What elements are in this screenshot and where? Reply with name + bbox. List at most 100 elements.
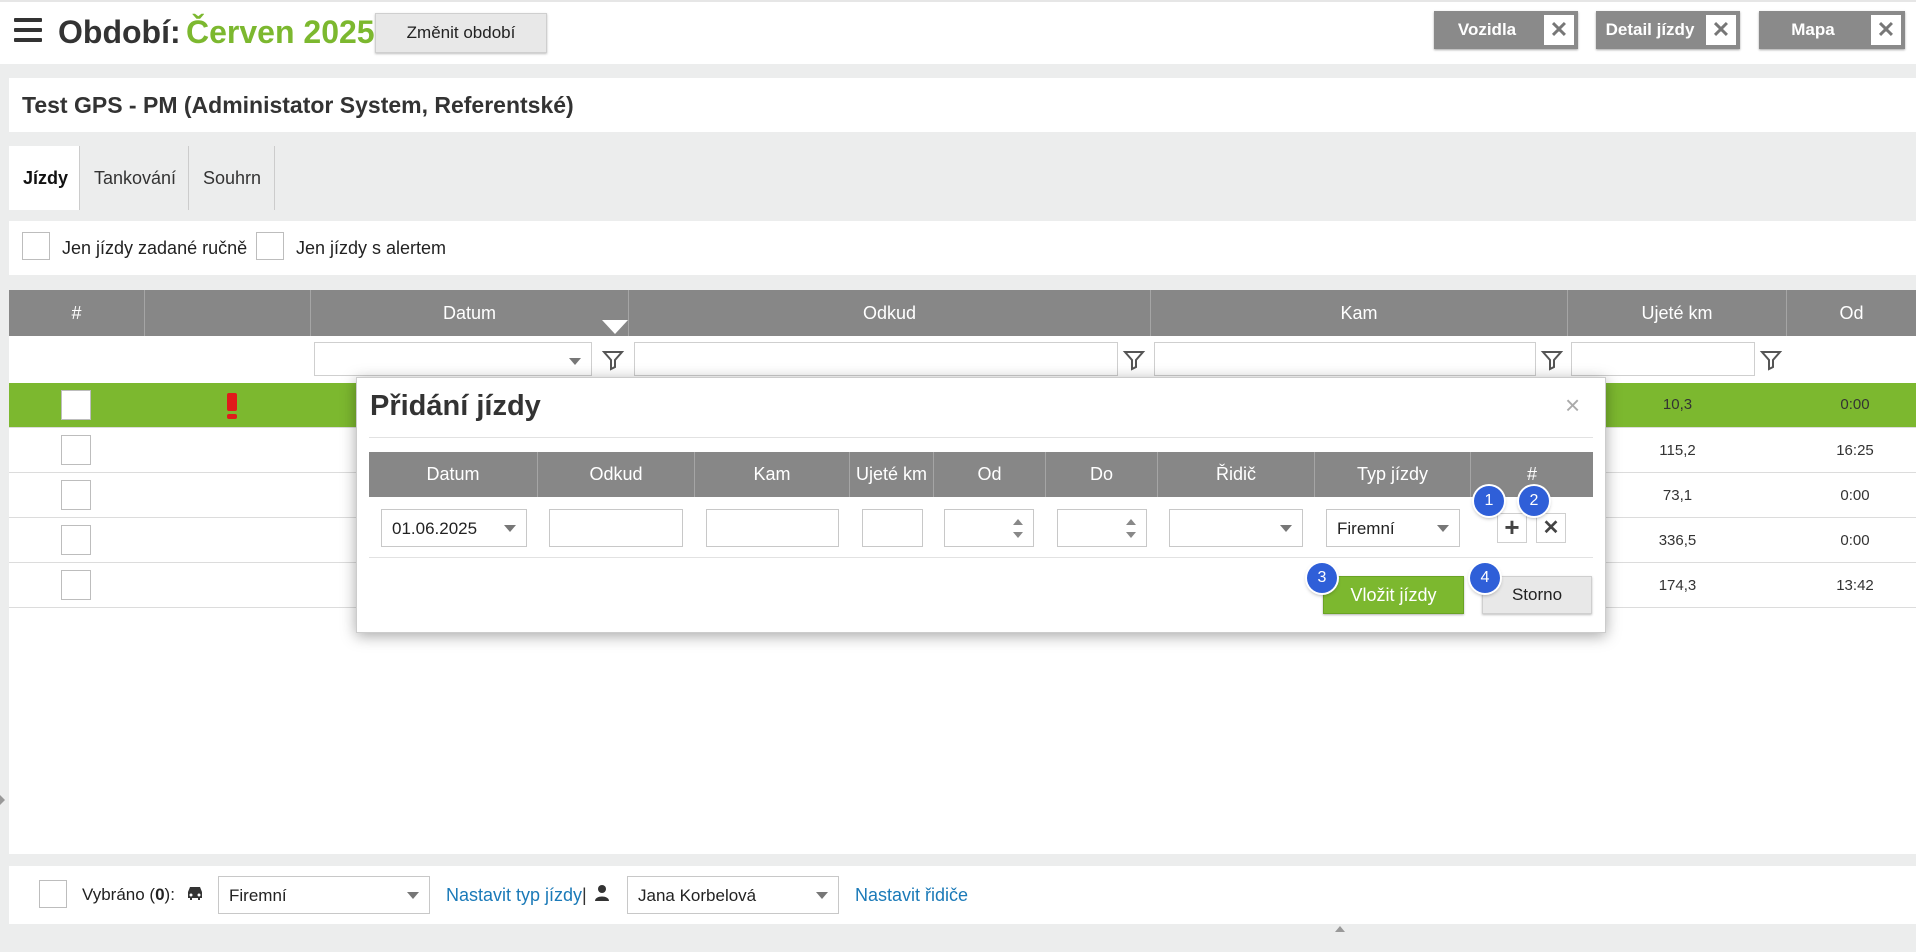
row-km: 73,1: [1662, 487, 1693, 504]
row-checkbox[interactable]: [61, 480, 91, 510]
page-title: Test GPS - PM (Administator System, Refe…: [22, 92, 574, 118]
change-period-button[interactable]: Změnit období: [375, 13, 547, 53]
filter-funnel-icon[interactable]: [1540, 348, 1564, 372]
step-badge-3: 3: [1307, 563, 1337, 593]
tabs-bar: [9, 146, 1916, 210]
remove-row-icon[interactable]: ✕: [1536, 513, 1566, 543]
selected-prefix: Vybráno (: [82, 885, 156, 904]
row-checkbox[interactable]: [61, 435, 91, 465]
spin-down-icon: [1013, 532, 1023, 538]
tab-summary[interactable]: Souhrn: [189, 146, 275, 210]
column-header-label: Datum: [442, 303, 496, 323]
row-time-from: 0:00: [1840, 487, 1870, 504]
column-header-km[interactable]: Ujeté km: [1568, 290, 1787, 336]
dialog-column-time-from: Od: [934, 452, 1046, 497]
panel-tab-label: Mapa: [1791, 20, 1835, 39]
date-dropdown[interactable]: 01.06.2025: [381, 509, 527, 547]
row-km: 174,3: [1658, 577, 1697, 594]
spin-up-icon: [1126, 519, 1136, 525]
panel-tab-vehicles[interactable]: Vozidla ✕: [1434, 11, 1578, 49]
panel-tab-map[interactable]: Mapa ✕: [1759, 11, 1905, 49]
insert-trips-button[interactable]: Vložit jízdy: [1323, 576, 1464, 614]
hamburger-menu-icon[interactable]: [14, 18, 42, 44]
set-trip-type-link[interactable]: Nastavit typ jízdy: [446, 885, 582, 906]
to-filter-input[interactable]: [1154, 342, 1536, 376]
row-checkbox[interactable]: [61, 390, 91, 420]
row-km: 336,5: [1658, 532, 1697, 549]
bulk-driver-dropdown[interactable]: Jana Korbelová: [627, 876, 839, 914]
column-header-flags[interactable]: [145, 290, 311, 336]
alert-only-checkbox[interactable]: [256, 232, 284, 260]
row-checkbox[interactable]: [61, 570, 91, 600]
filter-funnel-icon[interactable]: [601, 348, 625, 372]
dialog-title: Přidání jízdy: [370, 390, 541, 422]
trip-type-value: Firemní: [1337, 519, 1395, 538]
row-time-from: 0:00: [1840, 532, 1870, 549]
column-header-to[interactable]: Kam: [1151, 290, 1568, 336]
step-badge-2: 2: [1519, 486, 1549, 516]
close-icon[interactable]: ✕: [1871, 15, 1901, 45]
date-value: 01.06.2025: [392, 519, 478, 538]
from-input[interactable]: [549, 509, 683, 547]
tab-trips[interactable]: Jízdy: [9, 146, 80, 210]
dialog-column-date: Datum: [369, 452, 538, 497]
column-header-from[interactable]: Odkud: [629, 290, 1151, 336]
user-icon: [595, 885, 609, 901]
panel-tab-label: Vozidla: [1457, 20, 1517, 39]
selected-suffix: ):: [164, 885, 175, 904]
row-time-from: 13:42: [1836, 577, 1874, 594]
period-label: Období:: [58, 14, 181, 50]
bulk-trip-type-dropdown[interactable]: Firemní: [218, 876, 430, 914]
from-filter-input[interactable]: [634, 342, 1118, 376]
dialog-column-driver: Řidič: [1158, 452, 1315, 497]
row-time-from: 0:00: [1840, 396, 1870, 413]
filter-funnel-icon[interactable]: [1122, 348, 1146, 372]
tab-refueling[interactable]: Tankování: [80, 146, 189, 210]
to-input[interactable]: [706, 509, 839, 547]
dialog-column-from: Odkud: [538, 452, 695, 497]
panel-tab-label: Detail jízdy: [1605, 20, 1695, 39]
bulk-trip-type-value: Firemní: [229, 886, 287, 905]
driver-dropdown[interactable]: [1169, 509, 1303, 547]
date-filter-select[interactable]: [314, 342, 592, 376]
close-icon[interactable]: ×: [1565, 390, 1580, 421]
add-row-icon[interactable]: +: [1497, 513, 1527, 543]
km-input[interactable]: [862, 509, 923, 547]
collapse-arrow-icon[interactable]: [1335, 926, 1345, 932]
divider: [369, 557, 1593, 558]
row-km: 10,3: [1662, 396, 1693, 413]
alert-icon: [227, 393, 237, 419]
bulk-driver-value: Jana Korbelová: [638, 886, 757, 905]
panel-tab-trip-detail[interactable]: Detail jízdy ✕: [1596, 11, 1740, 49]
column-header-number[interactable]: #: [9, 290, 145, 336]
expand-arrow-icon[interactable]: [0, 795, 5, 805]
dialog-column-km: Ujeté km: [850, 452, 934, 497]
dialog-column-trip-type: Typ jízdy: [1315, 452, 1471, 497]
separator: |: [582, 885, 587, 905]
car-icon: [188, 887, 202, 900]
dialog-column-time-to: Do: [1046, 452, 1158, 497]
trip-type-dropdown[interactable]: Firemní: [1326, 509, 1460, 547]
divider: [369, 437, 1593, 438]
select-all-checkbox[interactable]: [39, 880, 67, 908]
manual-only-checkbox[interactable]: [22, 232, 50, 260]
row-checkbox[interactable]: [61, 525, 91, 555]
step-badge-4: 4: [1470, 563, 1500, 593]
selected-count-label: Vybráno (0):: [82, 885, 175, 905]
spin-up-icon: [1013, 519, 1023, 525]
close-icon[interactable]: ✕: [1706, 15, 1736, 45]
dialog-column-to: Kam: [695, 452, 850, 497]
km-filter-input[interactable]: [1571, 342, 1755, 376]
filter-funnel-icon[interactable]: [1759, 348, 1783, 372]
time-from-spinner[interactable]: [944, 509, 1034, 547]
time-to-spinner[interactable]: [1057, 509, 1147, 547]
spin-down-icon: [1126, 532, 1136, 538]
period-value: Červen 2025: [186, 14, 375, 50]
set-driver-link[interactable]: Nastavit řidiče: [855, 885, 968, 906]
column-header-date[interactable]: Datum: [311, 290, 629, 336]
alert-only-label: Jen jízdy s alertem: [296, 238, 447, 258]
column-header-time-from[interactable]: Od: [1787, 290, 1916, 336]
row-km: 115,2: [1659, 442, 1696, 459]
close-icon[interactable]: ✕: [1544, 15, 1574, 45]
selected-count: 0: [155, 885, 165, 904]
